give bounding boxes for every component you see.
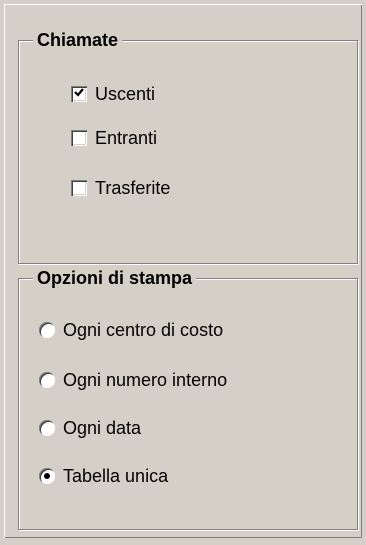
radio-label: Ogni centro di costo <box>63 320 224 340</box>
checkbox-label: Uscenti <box>95 84 156 104</box>
checkmark-icon <box>74 88 84 97</box>
radio-ogni-numero-interno[interactable]: Ogni numero interno <box>39 369 227 391</box>
checkbox-trasferite[interactable]: Trasferite <box>71 177 170 199</box>
print-options-groupbox: Opzioni di stampa Ogni centro di costo O… <box>18 267 358 530</box>
radio-selected-dot <box>44 473 50 479</box>
calls-group-title: Chiamate <box>33 29 123 51</box>
radio-label: Ogni numero interno <box>63 370 228 390</box>
checkbox-uscenti[interactable]: Uscenti <box>71 83 155 105</box>
checkbox-entranti[interactable]: Entranti <box>71 127 157 149</box>
radio-button[interactable] <box>39 468 55 484</box>
radio-button[interactable] <box>39 322 55 338</box>
checkbox-box[interactable] <box>71 180 87 196</box>
calls-groupbox: Chiamate Uscenti Entranti Trasferite <box>18 29 358 264</box>
radio-ogni-centro-di-costo[interactable]: Ogni centro di costo <box>39 319 223 341</box>
print-options-group-title: Opzioni di stampa <box>33 267 197 289</box>
checkbox-box[interactable] <box>71 130 87 146</box>
radio-button[interactable] <box>39 420 55 436</box>
checkbox-label: Trasferite <box>95 178 171 198</box>
options-panel: Chiamate Uscenti Entranti Trasferite Opz… <box>4 4 362 538</box>
radio-ogni-data[interactable]: Ogni data <box>39 417 141 439</box>
radio-label: Ogni data <box>63 418 142 438</box>
checkbox-box[interactable] <box>71 86 87 102</box>
radio-button[interactable] <box>39 372 55 388</box>
radio-tabella-unica[interactable]: Tabella unica <box>39 465 168 487</box>
radio-label: Tabella unica <box>63 466 169 486</box>
checkbox-label: Entranti <box>95 128 158 148</box>
